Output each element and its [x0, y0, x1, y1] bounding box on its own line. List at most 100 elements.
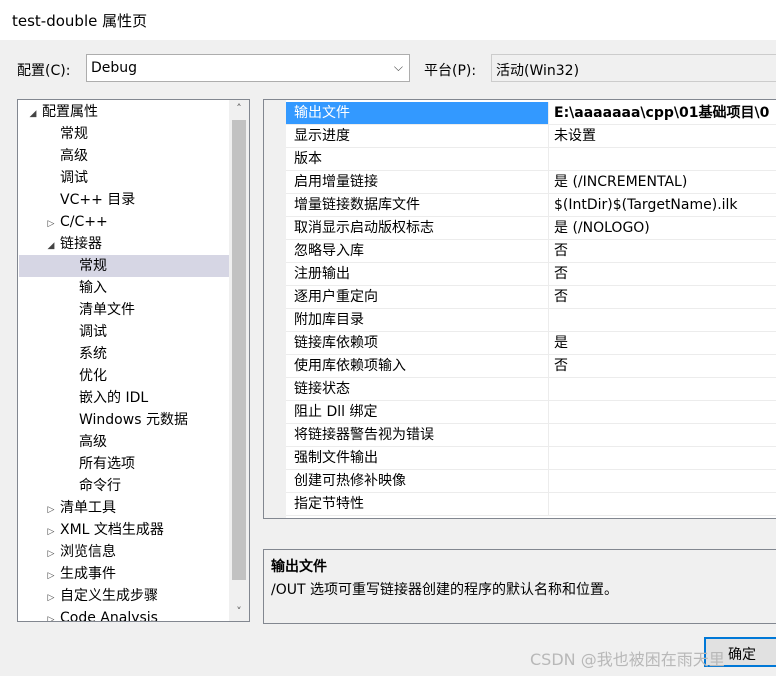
property-value[interactable] — [550, 148, 554, 170]
tree-item[interactable]: 命令行 — [61, 475, 121, 497]
property-row[interactable]: 取消显示启动版权标志是 (/NOLOGO) — [286, 217, 776, 240]
tree-item-label: XML 文档生成器 — [60, 522, 164, 538]
tree-item[interactable]: 常规 — [19, 255, 249, 277]
scroll-down-icon[interactable]: ˅ — [229, 603, 249, 621]
property-row[interactable]: 显示进度 未设置 — [286, 125, 776, 148]
tree-item-label: Code Analysis — [60, 610, 158, 622]
tree-item[interactable]: 优化 — [61, 365, 107, 387]
property-value[interactable]: 是 (/INCREMENTAL) — [550, 171, 687, 193]
collapsed-arrow-icon[interactable]: ▷ — [42, 521, 60, 543]
collapsed-arrow-icon[interactable]: ▷ — [42, 587, 60, 609]
property-name: 指定节特性 — [286, 493, 549, 515]
property-row[interactable]: 创建可热修补映像 — [286, 470, 776, 493]
tree-item-label: 常规 — [60, 126, 88, 142]
tree-item[interactable]: ▷ XML 文档生成器 — [42, 519, 164, 541]
property-name: 附加库目录 — [286, 309, 549, 331]
tree-item[interactable]: ▷ 生成事件 — [42, 563, 116, 585]
tree-item[interactable]: 高级 — [61, 431, 107, 453]
property-row[interactable]: 忽略导入库否 — [286, 240, 776, 263]
config-dropdown[interactable]: Debug ⌵ — [86, 54, 410, 82]
platform-dropdown[interactable]: 活动(Win32) — [491, 54, 776, 82]
config-value: Debug — [91, 60, 138, 76]
tree-item[interactable]: 调试 — [61, 321, 107, 343]
property-value[interactable]: 否 — [550, 286, 568, 308]
tree-item[interactable]: 调试 — [42, 167, 88, 189]
tree-item-label: 嵌入的 IDL — [79, 390, 149, 406]
collapsed-arrow-icon[interactable]: ▷ — [42, 499, 60, 521]
tree-item-label: 链接器 — [60, 236, 102, 252]
property-row[interactable]: 阻止 Dll 绑定 — [286, 401, 776, 424]
property-value[interactable]: 是 (/NOLOGO) — [550, 217, 650, 239]
tree-item-label: Windows 元数据 — [79, 412, 188, 428]
chevron-down-icon: ⌵ — [393, 60, 403, 74]
property-name: 使用库依赖项输入 — [286, 355, 549, 377]
tree-item[interactable]: ▷ 自定义生成步骤 — [42, 585, 158, 607]
description-panel: 输出文件 /OUT 选项可重写链接器创建的程序的默认名称和位置。 — [263, 549, 776, 624]
property-value[interactable]: 否 — [550, 240, 568, 262]
property-value[interactable]: E:\aaaaaaa\cpp\01基础项目\0 — [550, 102, 769, 124]
collapsed-arrow-icon[interactable]: ▷ — [42, 543, 60, 565]
scroll-up-icon[interactable]: ˄ — [229, 100, 249, 118]
property-row[interactable]: 增量链接数据库文件 $(IntDir)$(TargetName).ilk — [286, 194, 776, 217]
property-value[interactable] — [550, 447, 554, 469]
property-row[interactable]: 使用库依赖项输入否 — [286, 355, 776, 378]
tree-item[interactable]: ◢ 链接器 — [42, 233, 102, 255]
tree-item[interactable]: VC++ 目录 — [42, 189, 135, 211]
tree-item[interactable]: ▷ C/C++ — [42, 211, 108, 233]
property-row[interactable]: 版本 — [286, 148, 776, 171]
property-value[interactable] — [550, 493, 554, 515]
property-name: 版本 — [286, 148, 549, 170]
property-value[interactable] — [550, 378, 554, 400]
property-row[interactable]: 将链接器警告视为错误 — [286, 424, 776, 447]
tree-item-label: 调试 — [60, 170, 88, 186]
property-value[interactable]: 未设置 — [550, 125, 596, 147]
property-row[interactable]: 附加库目录 — [286, 309, 776, 332]
property-row[interactable]: 逐用户重定向否 — [286, 286, 776, 309]
property-name: 链接库依赖项 — [286, 332, 549, 354]
property-value[interactable]: $(IntDir)$(TargetName).ilk — [550, 194, 738, 216]
property-row[interactable]: 链接库依赖项是 — [286, 332, 776, 355]
tree-item[interactable]: 输入 — [61, 277, 107, 299]
tree-item[interactable]: 清单文件 — [61, 299, 135, 321]
property-row[interactable]: 注册输出否 — [286, 263, 776, 286]
tree-item[interactable]: ▷ 清单工具 — [42, 497, 116, 519]
collapsed-arrow-icon[interactable]: ▷ — [42, 565, 60, 587]
collapsed-arrow-icon[interactable]: ▷ — [42, 213, 60, 235]
tree-item[interactable]: 系统 — [61, 343, 107, 365]
tree-item[interactable]: ▷ Code Analysis — [42, 607, 158, 622]
property-value[interactable] — [550, 470, 554, 492]
property-row[interactable]: 链接状态 — [286, 378, 776, 401]
property-value[interactable] — [550, 424, 554, 446]
window-title: test-double 属性页 — [12, 12, 148, 30]
property-tree[interactable]: ◢ 配置属性 常规 高级 调试 VC++ 目录 ▷ C/C++ ◢ 链接器 常规 输入 清单文件 调试 系统… — [17, 99, 250, 622]
tree-item[interactable]: ◢ 配置属性 — [24, 101, 98, 123]
expanded-arrow-icon[interactable]: ◢ — [42, 235, 60, 257]
property-name: 注册输出 — [286, 263, 549, 285]
tree-item[interactable]: 常规 — [42, 123, 88, 145]
property-value[interactable] — [550, 309, 554, 331]
tree-scrollbar[interactable]: ˄ ˅ — [229, 100, 249, 621]
property-row[interactable]: 指定节特性 — [286, 493, 776, 516]
property-name: 取消显示启动版权标志 — [286, 217, 549, 239]
property-row[interactable]: 启用增量链接是 (/INCREMENTAL) — [286, 171, 776, 194]
scroll-thumb[interactable] — [232, 120, 246, 580]
property-row[interactable]: 输出文件 E:\aaaaaaa\cpp\01基础项目\0 — [286, 102, 776, 125]
description-title: 输出文件 — [271, 559, 327, 575]
property-row[interactable]: 强制文件输出 — [286, 447, 776, 470]
property-name: 忽略导入库 — [286, 240, 549, 262]
tree-item[interactable]: ▷ 浏览信息 — [42, 541, 116, 563]
platform-value: 活动(Win32) — [496, 63, 580, 79]
property-value[interactable]: 否 — [550, 355, 568, 377]
tree-item[interactable]: 高级 — [42, 145, 88, 167]
tree-item[interactable]: Windows 元数据 — [61, 409, 188, 431]
grid-gutter — [264, 100, 286, 518]
collapsed-arrow-icon[interactable]: ▷ — [42, 609, 60, 621]
tree-item[interactable]: 嵌入的 IDL — [61, 387, 148, 409]
tree-item[interactable]: 所有选项 — [61, 453, 135, 475]
property-value[interactable]: 是 — [550, 332, 568, 354]
tree-item-label: 常规 — [79, 258, 107, 274]
property-value[interactable] — [550, 401, 554, 423]
expanded-arrow-icon[interactable]: ◢ — [24, 103, 42, 125]
property-grid[interactable]: 输出文件 E:\aaaaaaa\cpp\01基础项目\0 显示进度 未设置 版本 启用增量… — [263, 99, 776, 519]
property-value[interactable]: 否 — [550, 263, 568, 285]
